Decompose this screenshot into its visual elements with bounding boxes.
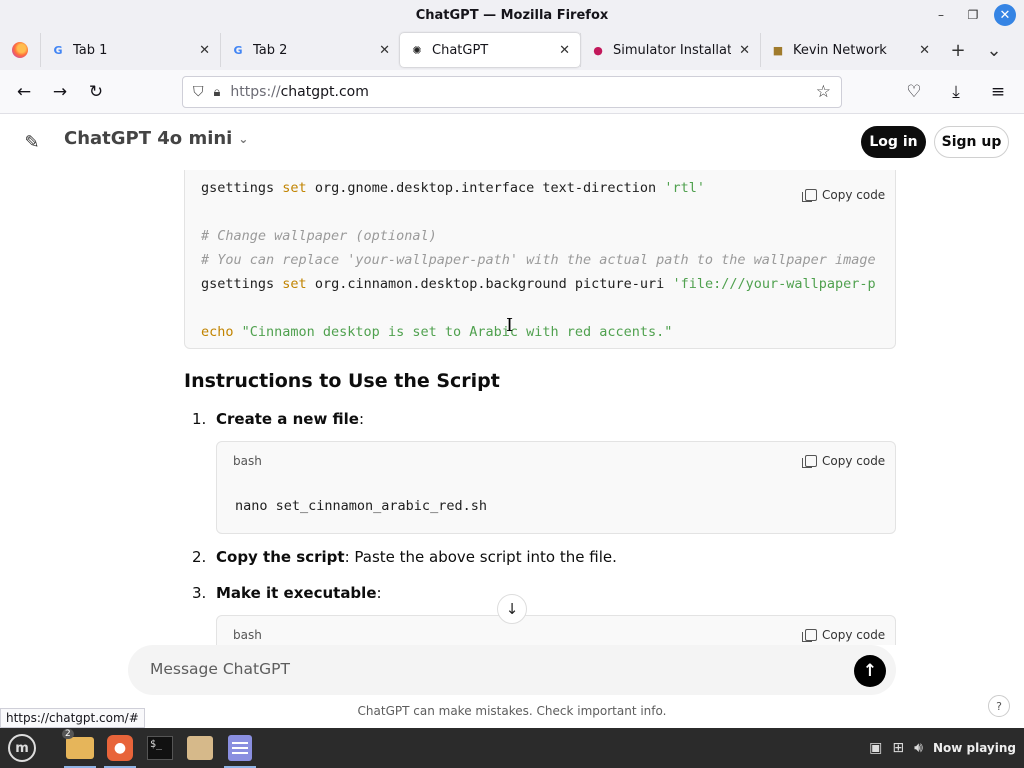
text-editor-icon	[228, 735, 252, 761]
window-title: ChatGPT — Mozilla Firefox	[415, 7, 609, 23]
terminal-icon: $_	[147, 736, 173, 760]
model-selector[interactable]: ChatGPT 4o mini ⌄	[64, 128, 248, 149]
tab-google-2[interactable]: G Tab 2 ✕	[220, 33, 400, 67]
close-tab-icon[interactable]: ✕	[199, 43, 210, 58]
taskbar-files[interactable]: 2	[60, 728, 100, 768]
file-manager-icon	[187, 736, 213, 760]
conversation-area: gsettings set org.gnome.desktop.interfac…	[0, 170, 1024, 645]
shield-icon[interactable]: ⛉	[193, 84, 204, 100]
openai-icon: ✺	[412, 43, 422, 57]
copy-icon	[802, 629, 817, 642]
send-button[interactable]: ↑	[854, 655, 886, 687]
taskbar-firefox[interactable]: ●	[100, 728, 140, 768]
downloads-icon[interactable]: ⤓	[938, 76, 974, 108]
volume-icon[interactable]: 🔊︎	[914, 740, 923, 756]
tab-simulator[interactable]: ● Simulator Installatio ✕	[580, 33, 760, 67]
network-icon[interactable]: ⊞	[892, 740, 904, 756]
code-language-label: bash	[233, 454, 262, 468]
log-in-button[interactable]: Log in	[861, 126, 926, 158]
instructions-heading: Instructions to Use the Script	[184, 370, 500, 392]
new-chat-icon[interactable]: ✎	[20, 130, 44, 154]
forward-icon[interactable]: →	[42, 76, 78, 108]
new-tab-icon[interactable]: +	[940, 33, 976, 67]
window-titlebar: ChatGPT — Mozilla Firefox – ❐ ✕	[0, 0, 1024, 30]
minimize-icon[interactable]: –	[930, 4, 952, 26]
mint-menu-button[interactable]: m	[2, 728, 42, 768]
status-link-preview: https://chatgpt.com/#	[0, 708, 145, 728]
toolbar-right: ♡ ⤓ ≡	[896, 76, 1016, 108]
firefox-icon: ●	[107, 735, 133, 761]
sign-up-button[interactable]: Sign up	[934, 126, 1009, 158]
close-tab-icon[interactable]: ✕	[739, 43, 750, 58]
back-icon[interactable]: ←	[6, 76, 42, 108]
scroll-to-bottom-button[interactable]: ↓	[497, 594, 527, 624]
url-text[interactable]: https://chatgpt.com	[230, 84, 805, 100]
lock-icon[interactable]: 🔒︎	[214, 85, 221, 100]
close-window-icon[interactable]: ✕	[994, 4, 1016, 26]
copy-code-button[interactable]: Copy code	[802, 628, 885, 642]
list-item: 2. Copy the script: Paste the above scrip…	[192, 548, 617, 566]
chevron-down-icon: ⌄	[238, 131, 249, 146]
copy-code-button[interactable]: Copy code	[802, 188, 885, 202]
copy-icon	[802, 455, 817, 468]
tab-google-1[interactable]: G Tab 1 ✕	[40, 33, 220, 67]
model-name: ChatGPT 4o mini	[64, 128, 233, 149]
tab-label: Simulator Installatio	[613, 42, 732, 58]
message-input[interactable]: Message ChatGPT	[150, 660, 290, 678]
kevin-network-icon: ■	[772, 43, 784, 57]
tab-kevin-network[interactable]: ■ Kevin Network ✕	[760, 33, 940, 67]
close-tab-icon[interactable]: ✕	[919, 43, 930, 58]
google-icon: G	[53, 43, 63, 57]
arrow-down-icon: ↓	[505, 600, 519, 618]
clipboard-icon[interactable]: ▣	[869, 740, 882, 756]
arrow-up-icon: ↑	[862, 661, 878, 681]
window-controls: – ❐ ✕	[930, 4, 1016, 26]
tab-strip: G Tab 1 ✕ G Tab 2 ✕ ✺ ChatGPT ✕ ● Simula…	[0, 30, 1024, 70]
url-bar[interactable]: ⛉ 🔒︎ https://chatgpt.com ☆	[182, 76, 842, 108]
firefox-menu-button[interactable]	[0, 30, 40, 70]
mint-logo-icon: m	[8, 734, 36, 762]
simulator-icon: ●	[593, 43, 603, 57]
taskbar-terminal[interactable]: $_	[140, 728, 180, 768]
text-cursor-icon: I	[506, 315, 514, 336]
close-tab-icon[interactable]: ✕	[379, 43, 390, 58]
folder-icon	[66, 737, 94, 759]
chatgpt-header: ✎ ChatGPT 4o mini ⌄ Log in Sign up	[0, 114, 1024, 170]
copy-code-button[interactable]: Copy code	[802, 454, 885, 468]
reload-icon[interactable]: ↻	[78, 76, 114, 108]
code-block-script: gsettings set org.gnome.desktop.interfac…	[184, 170, 896, 349]
code-content[interactable]: nano set_cinnamon_arabic_red.sh	[235, 498, 487, 514]
list-item: 3. Make it executable:	[192, 584, 382, 602]
maximize-icon[interactable]: ❐	[962, 4, 984, 26]
taskbar-text-editor[interactable]	[220, 728, 260, 768]
taskbar-file-manager[interactable]	[180, 728, 220, 768]
copy-icon	[802, 189, 817, 202]
tab-label: Kevin Network	[793, 42, 887, 58]
pocket-icon[interactable]: ♡	[896, 76, 932, 108]
tab-label: ChatGPT	[432, 42, 489, 58]
code-block-bash: bash Copy code	[216, 615, 896, 645]
disclaimer-text: ChatGPT can make mistakes. Check importa…	[357, 704, 667, 718]
help-button[interactable]: ?	[988, 695, 1010, 717]
tab-label: Tab 1	[73, 42, 108, 58]
close-tab-icon[interactable]: ✕	[559, 43, 570, 58]
message-composer[interactable]: Message ChatGPT ↑	[128, 645, 896, 695]
window-count-badge: 2	[62, 729, 74, 739]
list-tabs-icon[interactable]: ⌄	[976, 33, 1012, 67]
firefox-icon	[12, 42, 28, 58]
code-content[interactable]: gsettings set org.gnome.desktop.interfac…	[201, 176, 876, 344]
system-tray: ▣ ⊞ 🔊︎ Now playing	[869, 728, 1016, 768]
tab-chatgpt[interactable]: ✺ ChatGPT ✕	[400, 33, 580, 67]
google-icon: G	[233, 43, 243, 57]
hamburger-menu-icon[interactable]: ≡	[980, 76, 1016, 108]
tab-label: Tab 2	[253, 42, 288, 58]
navigation-bar: ← → ↻ ⛉ 🔒︎ https://chatgpt.com ☆ ♡ ⤓ ≡	[0, 70, 1024, 114]
system-taskbar: m 2 ● $_ ▣ ⊞ 🔊︎ Now playing	[0, 728, 1024, 768]
now-playing-text[interactable]: Now playing	[933, 741, 1016, 755]
list-item: 1. Create a new file:	[192, 410, 365, 428]
bookmark-star-icon[interactable]: ☆	[816, 82, 831, 102]
code-block-bash: bash Copy code nano set_cinnamon_arabic_…	[216, 441, 896, 534]
code-language-label: bash	[233, 628, 262, 642]
